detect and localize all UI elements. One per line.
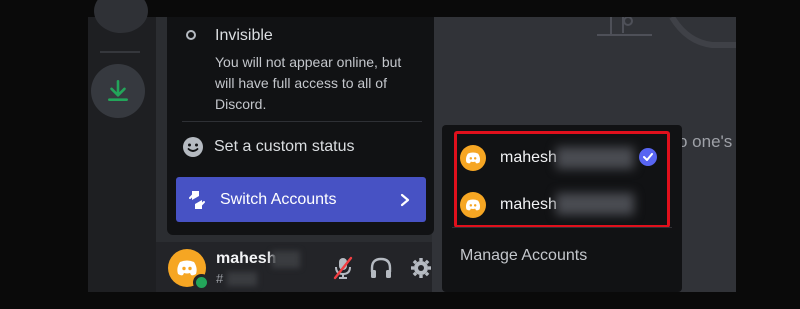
deafen-button[interactable] bbox=[369, 256, 393, 280]
tag-redaction bbox=[227, 272, 257, 286]
online-status-dot bbox=[193, 274, 210, 291]
gear-icon bbox=[411, 258, 431, 278]
annotation-highlight-box bbox=[454, 131, 670, 228]
switch-accounts-label: Switch Accounts bbox=[220, 190, 337, 208]
chat-partial-text: o one's bbox=[678, 132, 733, 151]
server-icon[interactable] bbox=[94, 0, 148, 33]
user-settings-button[interactable] bbox=[409, 256, 433, 280]
user-tag: # bbox=[216, 271, 224, 286]
server-rail bbox=[88, 0, 156, 292]
download-apps-button[interactable] bbox=[91, 64, 145, 118]
rail-separator bbox=[100, 51, 140, 53]
set-custom-status-item[interactable]: Set a custom status bbox=[182, 134, 422, 160]
invisible-option-description: You will not appear online, but will hav… bbox=[215, 54, 402, 112]
user-avatar[interactable] bbox=[168, 249, 210, 291]
manage-accounts-item[interactable]: Manage Accounts bbox=[460, 247, 587, 265]
username-redaction bbox=[272, 251, 300, 268]
invisible-option-label[interactable]: Invisible bbox=[215, 27, 273, 45]
headphones-icon bbox=[370, 257, 392, 278]
mute-button[interactable] bbox=[331, 256, 355, 280]
chevron-right-icon bbox=[400, 193, 410, 206]
switch-accounts-button[interactable]: Switch Accounts bbox=[176, 177, 426, 222]
muted-mic-icon bbox=[333, 256, 353, 280]
empty-state-illustration bbox=[597, 17, 736, 48]
menu-divider bbox=[452, 227, 672, 228]
invisible-status-icon bbox=[186, 30, 196, 40]
download-icon bbox=[108, 79, 128, 101]
menu-divider bbox=[182, 121, 422, 122]
smiley-icon bbox=[183, 137, 203, 157]
custom-status-label: Set a custom status bbox=[214, 138, 355, 155]
username: mahesh bbox=[216, 250, 277, 267]
discord-logo-icon bbox=[177, 260, 197, 276]
switch-accounts-icon bbox=[189, 190, 205, 209]
